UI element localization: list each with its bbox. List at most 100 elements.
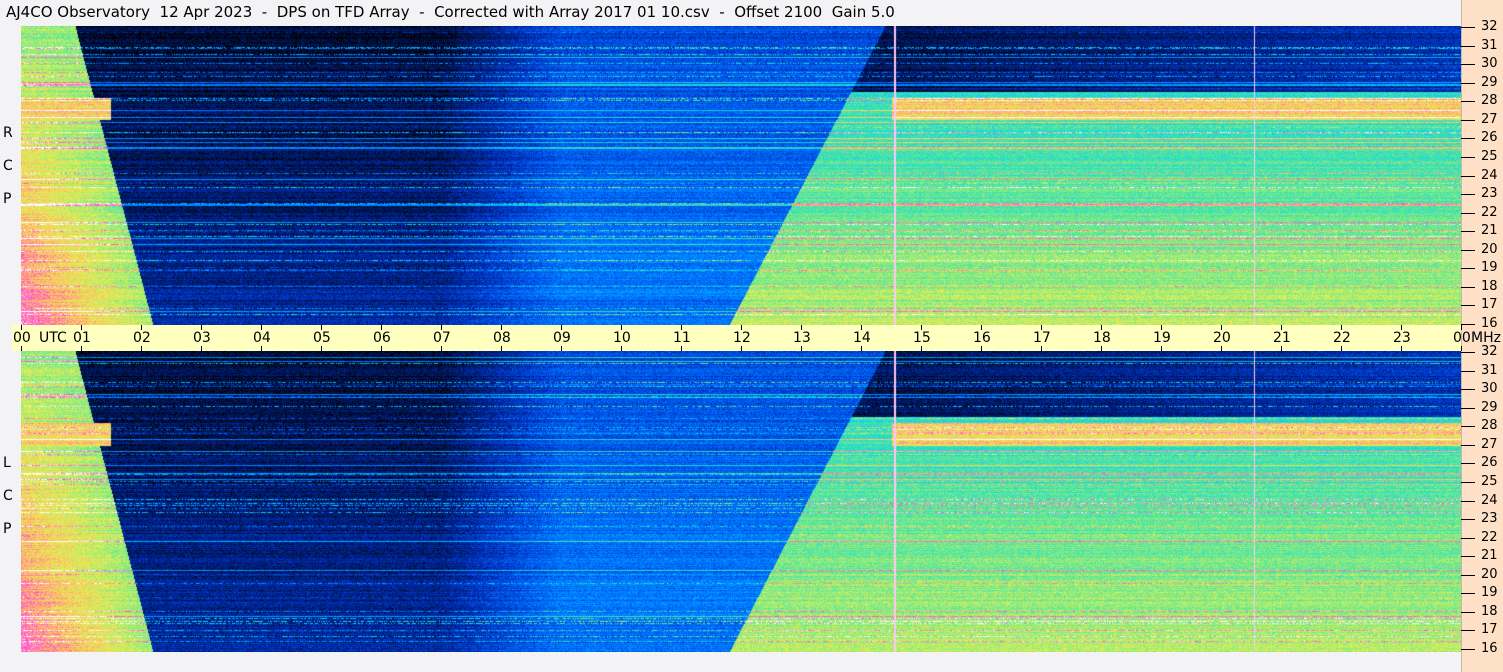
time-tick-label: 09	[553, 330, 571, 346]
freq-tick	[1461, 630, 1475, 631]
freq-tick	[1461, 538, 1475, 539]
polarization-label: C	[3, 158, 13, 174]
time-tick-label: 00	[13, 330, 31, 346]
time-tick-label: 06	[373, 330, 391, 346]
freq-tick-label: 26	[1481, 455, 1498, 470]
freq-tick	[1461, 445, 1475, 446]
freq-tick-label: 26	[1481, 130, 1498, 145]
time-axis: 00 UTC 01 02 03 04 05 06 07 08 09 10 11 12 13 14 15 16 17 1…	[12, 325, 1471, 351]
freq-tick	[1461, 501, 1475, 502]
freq-tick	[1461, 649, 1475, 650]
time-tick	[201, 346, 202, 351]
freq-tick	[1461, 64, 1475, 65]
time-tick	[981, 346, 982, 351]
time-tick	[1101, 346, 1102, 351]
freq-tick	[1461, 194, 1475, 195]
time-tick-label: 17	[1033, 330, 1051, 346]
freq-tick	[1461, 120, 1475, 121]
freq-tick	[1461, 408, 1475, 409]
polarization-label: L	[3, 455, 11, 471]
time-tick-label: 23	[1393, 330, 1411, 346]
freq-tick-label: 30	[1481, 56, 1498, 71]
freq-tick	[1461, 556, 1475, 557]
freq-tick-label: 17	[1481, 622, 1498, 637]
polarization-label: R	[3, 125, 13, 141]
time-tick	[1161, 346, 1162, 351]
freq-tick	[1461, 612, 1475, 613]
polarization-label: P	[3, 521, 12, 537]
time-tick-label: 10	[613, 330, 631, 346]
freq-tick-label: 18	[1481, 279, 1498, 294]
time-tick	[861, 346, 862, 351]
freq-tick-label: 20	[1481, 242, 1498, 257]
time-tick-label: 16	[973, 330, 991, 346]
time-tick	[681, 346, 682, 351]
freq-tick	[1461, 83, 1475, 84]
freq-tick-label: 32	[1481, 19, 1498, 34]
freq-tick-label: 29	[1481, 75, 1498, 90]
freq-tick-label: 22	[1481, 530, 1498, 545]
freq-tick-label: 31	[1481, 38, 1498, 53]
freq-tick-label: 25	[1481, 149, 1498, 164]
freq-tick	[1461, 426, 1475, 427]
freq-tick-label: 19	[1481, 260, 1498, 275]
time-tick-label: 01	[73, 330, 91, 346]
freq-tick	[1461, 519, 1475, 520]
freq-tick	[1461, 27, 1475, 28]
time-tick-label: 12	[733, 330, 751, 346]
time-tick	[261, 346, 262, 351]
freq-tick-label: 18	[1481, 604, 1498, 619]
freq-tick	[1461, 287, 1475, 288]
time-tick-label: 19	[1153, 330, 1171, 346]
freq-tick	[1461, 213, 1475, 214]
freq-tick-label: 29	[1481, 400, 1498, 415]
freq-tick	[1461, 101, 1475, 102]
freq-tick	[1461, 231, 1475, 232]
freq-tick-label: 31	[1481, 363, 1498, 378]
chart-title: AJ4CO Observatory 12 Apr 2023 - DPS on T…	[6, 3, 895, 21]
rcp-spectrogram-panel	[21, 26, 1461, 325]
time-tick-label: 21	[1273, 330, 1291, 346]
freq-tick	[1461, 352, 1475, 353]
freq-tick-label: 28	[1481, 93, 1498, 108]
freq-tick-label: 24	[1481, 493, 1498, 508]
freq-tick-label: 27	[1481, 437, 1498, 452]
freq-tick	[1461, 324, 1475, 325]
freq-tick-label: 25	[1481, 474, 1498, 489]
freq-tick-label: 21	[1481, 223, 1498, 238]
time-tick	[81, 346, 82, 351]
time-tick-label: 07	[433, 330, 451, 346]
freq-tick	[1461, 463, 1475, 464]
freq-tick-label: 20	[1481, 567, 1498, 582]
time-tick	[741, 346, 742, 351]
utc-label: UTC	[39, 330, 67, 346]
time-tick	[1281, 346, 1282, 351]
time-tick-label: 02	[133, 330, 151, 346]
freq-tick	[1461, 371, 1475, 372]
freq-tick	[1461, 389, 1475, 390]
freq-tick-label: 23	[1481, 511, 1498, 526]
freq-tick	[1461, 305, 1475, 306]
freq-tick-label: 23	[1481, 186, 1498, 201]
time-tick	[381, 346, 382, 351]
time-tick	[1041, 346, 1042, 351]
time-tick	[561, 346, 562, 351]
freq-tick	[1461, 268, 1475, 269]
time-tick	[1461, 346, 1462, 351]
time-tick-label: 13	[793, 330, 811, 346]
freq-tick-label: 16	[1481, 641, 1498, 656]
time-tick-label: 08	[493, 330, 511, 346]
polarization-label: P	[3, 191, 12, 207]
time-tick	[1341, 346, 1342, 351]
freq-tick-label: 30	[1481, 381, 1498, 396]
freq-tick	[1461, 46, 1475, 47]
freq-tick-label: 28	[1481, 418, 1498, 433]
time-tick-label: 15	[913, 330, 931, 346]
time-tick	[621, 346, 622, 351]
freq-tick	[1461, 138, 1475, 139]
time-tick	[21, 346, 22, 351]
freq-tick	[1461, 157, 1475, 158]
freq-tick	[1461, 250, 1475, 251]
lcp-spectrogram-image	[21, 351, 1461, 652]
freq-tick-label: 22	[1481, 205, 1498, 220]
